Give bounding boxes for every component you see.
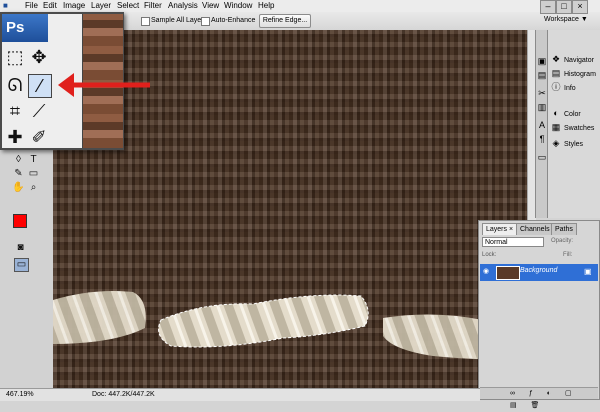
navigator-icon: ❖ <box>551 54 561 64</box>
shape-tool-icon[interactable]: ▭ <box>27 168 40 180</box>
layer-name: Background <box>520 267 558 274</box>
type-tool-icon[interactable]: T <box>27 154 40 166</box>
blend-mode-select[interactable]: Normal <box>482 237 544 247</box>
layers-footer-buttons[interactable]: ∞ ƒ ◐ ▢ ▤ 🗑 <box>480 387 598 409</box>
sample-all-layers-checkbox[interactable] <box>141 17 150 26</box>
move-tool-icon[interactable]: ✥ <box>28 46 50 68</box>
healing-brush-tool-icon[interactable]: ✚ <box>4 126 26 148</box>
menu-window[interactable]: Window <box>224 1 252 11</box>
screen-mode-icon[interactable]: ▭ <box>14 258 29 272</box>
zoom-tool-icon[interactable]: ⌕ <box>27 182 40 194</box>
pen-tool-icon[interactable]: ✎ <box>12 168 25 180</box>
eye-icon[interactable]: ◉ <box>483 267 489 275</box>
doc-size: Doc: 447.2K/447.2K <box>92 391 155 398</box>
dock-histogram[interactable]: ▤ Histogram <box>551 66 599 80</box>
minimize-icon[interactable]: – <box>540 0 556 14</box>
red-arrow-icon <box>58 73 150 97</box>
dock-icon-6[interactable]: ¶ <box>537 134 547 144</box>
lock-label: Lock: <box>482 252 497 258</box>
dock-styles-label: Styles <box>564 141 584 148</box>
foreground-color-swatch[interactable] <box>13 214 27 228</box>
dock-navigator-label: Navigator <box>564 57 594 64</box>
zoom-level[interactable]: 467.19% <box>6 390 34 400</box>
dock-panel-column: ❖ Navigator ▤ Histogram ⓘ Info ◐ Color ▦ Swat… <box>547 30 600 218</box>
menu-filter[interactable]: Filter <box>144 1 162 11</box>
dock-info-label: Info <box>564 85 576 92</box>
dock-icon-1[interactable]: ▣ <box>537 56 547 66</box>
tab-channels[interactable]: Channels <box>516 223 554 235</box>
dock-navigator[interactable]: ❖ Navigator <box>551 52 599 66</box>
path-select-tool-icon[interactable]: ◊ <box>12 154 25 166</box>
histogram-icon: ▤ <box>551 68 561 78</box>
menu-image[interactable]: Image <box>63 1 85 11</box>
tab-paths[interactable]: Paths <box>551 223 577 235</box>
workspace-menu[interactable]: Workspace ▼ <box>544 15 588 25</box>
opacity-label: Opacity: <box>551 238 574 244</box>
dock-icon-2[interactable]: ▤ <box>537 70 547 80</box>
dock-color-label: Color <box>564 111 581 118</box>
swatches-icon: ▦ <box>551 122 561 132</box>
dock-icon-7[interactable]: ▭ <box>537 152 547 162</box>
restore-icon[interactable]: □ <box>556 0 572 14</box>
brush-tool-icon[interactable]: ✐ <box>28 126 50 148</box>
layer-row-background[interactable]: ◉ Background ▣ <box>480 264 598 281</box>
status-bar: 467.19% Doc: 447.2K/447.2K <box>0 388 480 401</box>
dock-swatches-label: Swatches <box>564 125 595 132</box>
dock-icon-5[interactable]: A <box>537 120 547 130</box>
menu-file[interactable]: File <box>25 1 38 11</box>
dock-styles[interactable]: ◈ Styles <box>551 136 599 150</box>
color-icon: ◐ <box>553 108 559 118</box>
info-icon: ⓘ <box>551 82 561 92</box>
layer-thumbnail <box>496 266 520 280</box>
dock-color[interactable]: ◐ Color <box>551 106 599 120</box>
sample-all-layers-label: Sample All Layers <box>151 17 208 24</box>
close-icon[interactable]: × <box>572 0 588 14</box>
quick-selection-tool-icon[interactable]: ⁄ <box>28 74 52 98</box>
dock-info[interactable]: ⓘ Info <box>551 80 599 94</box>
menu-analysis[interactable]: Analysis <box>168 1 198 11</box>
fill-label: Fill: <box>563 252 573 258</box>
dock-histogram-label: Histogram <box>564 71 596 78</box>
crop-tool-icon[interactable]: ⌗ <box>4 100 26 122</box>
marquee-tool-icon[interactable]: ⬚ <box>4 46 26 68</box>
dock-swatches[interactable]: ▦ Swatches <box>551 120 599 134</box>
rope-selected-segment <box>158 294 369 348</box>
auto-enhance-checkbox[interactable] <box>201 17 210 26</box>
ps-logo: Ps <box>2 14 48 42</box>
menu-help[interactable]: Help <box>258 1 274 11</box>
menu-select[interactable]: Select <box>117 1 139 11</box>
styles-icon: ◈ <box>552 138 560 148</box>
lasso-tool-icon[interactable]: ᘏ <box>4 74 26 96</box>
rope-left-segment <box>53 291 146 344</box>
tab-layers[interactable]: Layers × <box>482 223 518 235</box>
menu-edit[interactable]: Edit <box>43 1 57 11</box>
refine-edge-button[interactable]: Refine Edge... <box>259 14 311 28</box>
ps-menu-icon[interactable]: ■ <box>3 1 8 11</box>
menu-view[interactable]: View <box>202 1 219 11</box>
lock-icon: ▣ <box>584 267 592 276</box>
auto-enhance-label: Auto-Enhance <box>211 17 256 24</box>
hand-tool-icon[interactable]: ✋ <box>12 182 25 194</box>
quick-mask-icon[interactable]: ◙ <box>14 242 27 254</box>
layers-panel: Layers × Channels Paths Normal Opacity: … <box>478 220 600 409</box>
slice-tool-icon[interactable]: ⟋ <box>28 100 50 122</box>
dock-icon-3[interactable]: ✂ <box>537 88 547 98</box>
menu-layer[interactable]: Layer <box>91 1 111 11</box>
dock-icon-4[interactable]: ▥ <box>537 102 547 112</box>
